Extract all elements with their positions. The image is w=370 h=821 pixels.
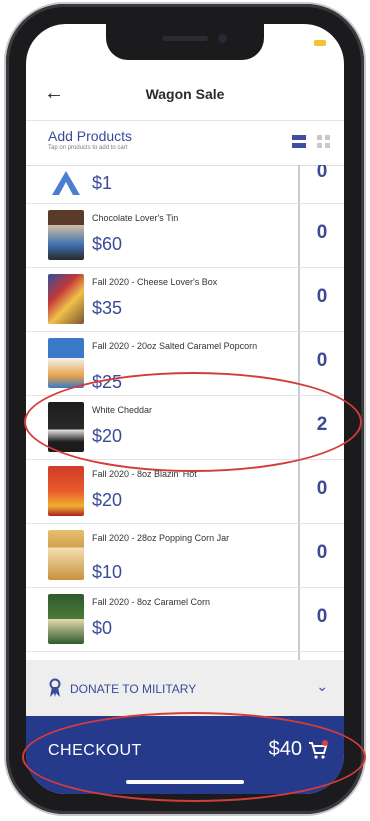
product-thumbnail: [48, 466, 84, 516]
product-price: $10: [92, 562, 123, 582]
app-screen: ← Wagon Sale Add Products Tap on product…: [26, 24, 344, 794]
checkout-bar[interactable]: CHECKOUT $40: [26, 716, 344, 794]
product-quantity[interactable]: 0: [300, 542, 344, 564]
product-row[interactable]: Fall 2020 - 8oz Caramel Corn $0 0: [26, 588, 344, 652]
product-price: $0: [92, 618, 113, 638]
cart-icon[interactable]: [308, 740, 328, 760]
speaker: [162, 36, 208, 41]
ribbon-icon: [49, 678, 61, 697]
product-thumbnail: [48, 274, 84, 324]
list-view-icon[interactable]: [292, 135, 306, 148]
page-title: Wagon Sale: [145, 86, 225, 102]
product-name: White Cheddar: [92, 405, 153, 415]
product-price: $60: [92, 234, 123, 254]
product-price: $20: [92, 426, 123, 446]
product-row[interactable]: Fall 2020 - 20oz Salted Caramel Popcorn …: [26, 332, 344, 396]
home-indicator: [126, 780, 244, 784]
product-quantity[interactable]: 0: [300, 222, 344, 244]
product-quantity[interactable]: 0: [300, 350, 344, 372]
product-row[interactable]: Chocolate Lover's Tin $60 0: [26, 204, 344, 268]
add-products-title: Add Products: [48, 128, 133, 144]
product-price: $20: [92, 490, 123, 510]
product-thumbnail: [48, 530, 84, 580]
product-thumbnail: [48, 594, 84, 644]
battery-icon: [314, 40, 326, 46]
product-row[interactable]: $1 0: [26, 165, 344, 204]
product-quantity[interactable]: 0: [300, 286, 344, 308]
phone-frame: ← Wagon Sale Add Products Tap on product…: [6, 4, 364, 814]
product-thumbnail: [48, 210, 84, 260]
product-thumbnail: [52, 171, 80, 195]
product-name: Fall 2020 - Cheese Lover's Box: [92, 277, 218, 287]
checkout-label: CHECKOUT: [48, 742, 142, 759]
product-quantity[interactable]: 0: [300, 478, 344, 500]
product-row[interactable]: Fall 2020 - Cheese Lover's Box $35 0: [26, 268, 344, 332]
product-name: Chocolate Lover's Tin: [92, 213, 179, 223]
product-price: $25: [92, 372, 123, 392]
donate-label: DONATE TO MILITARY: [70, 682, 197, 696]
product-name: Fall 2020 - 20oz Salted Caramel Popcorn: [92, 341, 258, 351]
product-price: $1: [92, 173, 113, 193]
front-camera: [218, 34, 227, 43]
grid-view-icon[interactable]: [317, 135, 330, 148]
product-name: Fall 2020 - 28oz Popping Corn Jar: [92, 533, 230, 543]
product-list: $1 0 Chocolate Lover's Tin $60 0 Fall 20…: [26, 165, 344, 660]
product-row[interactable]: Fall 2020 - 8oz Blazin' Hot $20 0: [26, 460, 344, 524]
donate-bar[interactable]: DONATE TO MILITARY ⌄: [26, 660, 344, 716]
product-price: $35: [92, 298, 123, 318]
product-quantity[interactable]: 2: [300, 414, 344, 436]
app-header: ← Wagon Sale: [26, 74, 344, 116]
cart-total: $40: [268, 738, 302, 760]
product-row[interactable]: Fall 2020 - 28oz Popping Corn Jar $10 0: [26, 524, 344, 588]
add-products-bar: Add Products Tap on products to add to c…: [26, 120, 344, 166]
product-name: Fall 2020 - 8oz Blazin' Hot: [92, 469, 197, 479]
add-products-hint: Tap on products to add to cart: [48, 145, 128, 151]
product-quantity[interactable]: 0: [300, 606, 344, 628]
notch: [106, 24, 264, 60]
product-name: Fall 2020 - 8oz Caramel Corn: [92, 597, 211, 607]
product-thumbnail: [48, 402, 84, 452]
chevron-down-icon[interactable]: ⌄: [316, 678, 328, 695]
product-row[interactable]: White Cheddar $20 2: [26, 396, 344, 460]
product-thumbnail: [48, 338, 84, 388]
product-quantity[interactable]: 0: [300, 165, 344, 183]
